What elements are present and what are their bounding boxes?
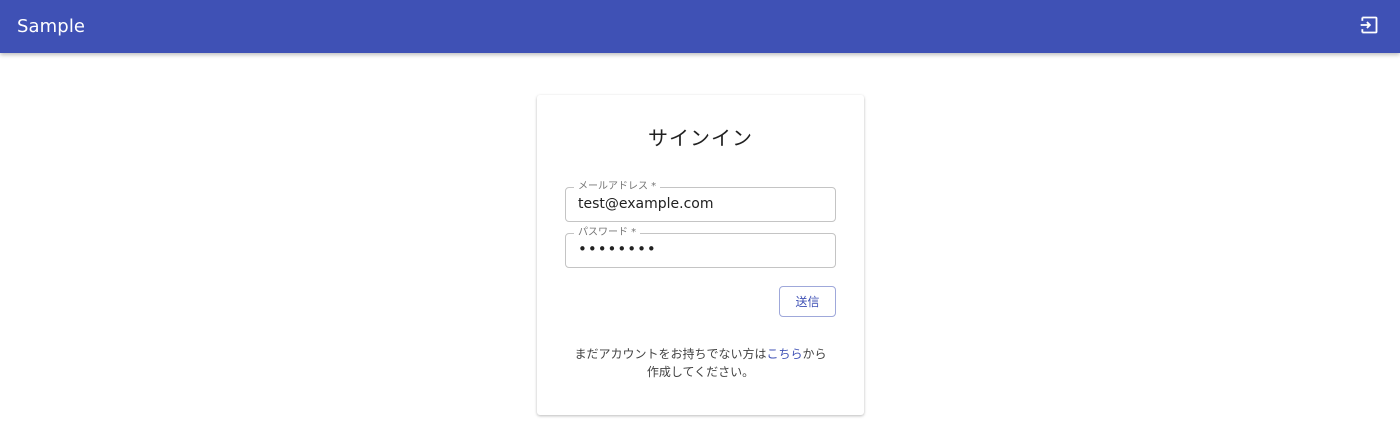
app-bar: Sample: [0, 0, 1400, 53]
signup-note-line2: 作成してください。: [646, 365, 755, 379]
signup-link[interactable]: こちら: [766, 347, 802, 361]
sign-in-button[interactable]: [1358, 16, 1380, 38]
signup-note-suffix: から: [802, 347, 827, 361]
signup-note-prefix: まだアカウントをお持ちでない方は: [574, 347, 767, 361]
email-field-value[interactable]: test@example.com: [578, 196, 714, 212]
password-field[interactable]: パスワード * ••••••••: [565, 226, 836, 268]
app-title: Sample: [17, 16, 86, 37]
email-field-label: メールアドレス *: [574, 180, 661, 194]
page-title: サインイン: [648, 126, 753, 150]
signin-card: サインイン メールアドレス * test@example.com パスワード *…: [537, 95, 864, 415]
email-field[interactable]: メールアドレス * test@example.com: [565, 180, 836, 222]
password-field-value[interactable]: ••••••••: [578, 240, 657, 258]
password-field-label: パスワード *: [574, 226, 641, 240]
submit-button[interactable]: 送信: [779, 286, 836, 317]
signup-note: まだアカウントをお持ちでない方はこちらから 作成してください。: [557, 345, 844, 381]
sign-in-icon: [1359, 15, 1379, 39]
